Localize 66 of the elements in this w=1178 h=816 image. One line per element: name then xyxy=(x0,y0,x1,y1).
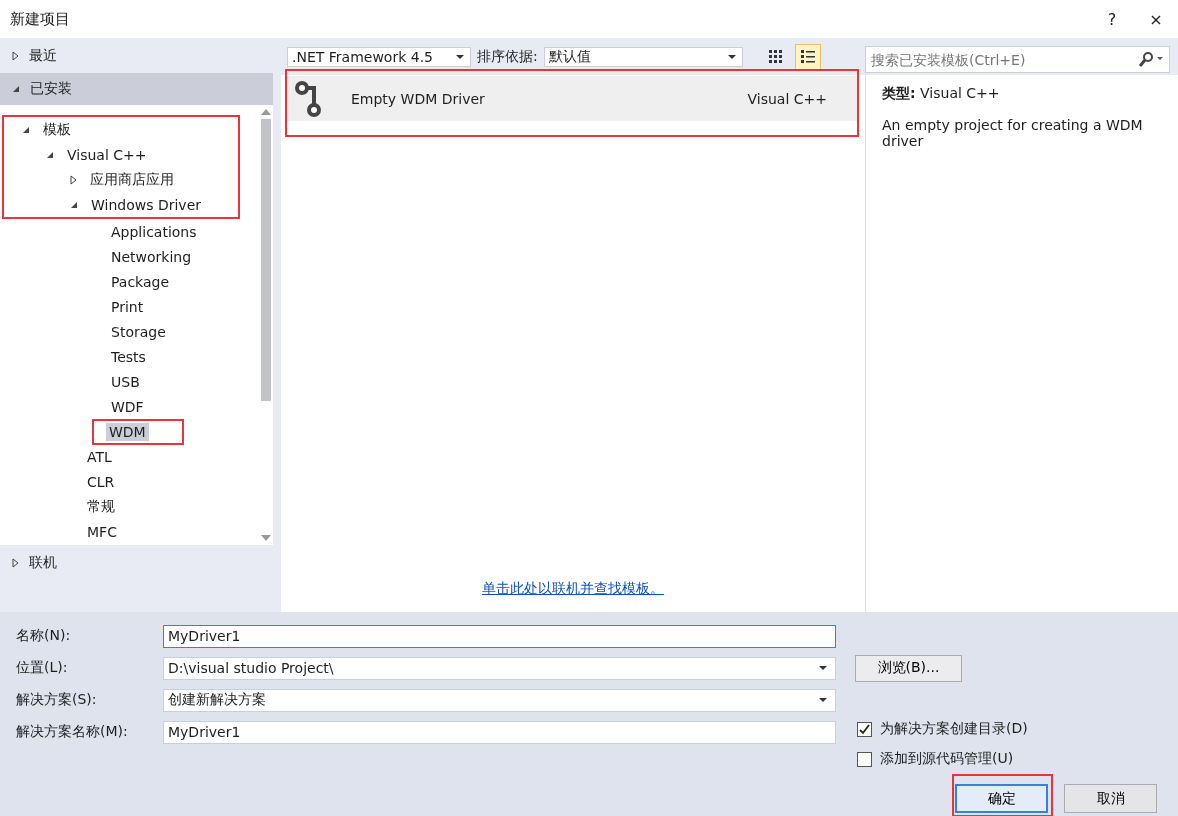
dialog-button[interactable]: 确定 xyxy=(955,784,1048,813)
checkbox[interactable] xyxy=(857,721,872,737)
dropdown-caret-icon[interactable] xyxy=(819,666,827,670)
window-title: 新建项目 xyxy=(10,9,71,29)
search-icon[interactable] xyxy=(1138,51,1164,67)
sidebar-section[interactable]: 最近 xyxy=(0,42,273,70)
sidebar-section[interactable]: 联机 xyxy=(0,549,273,577)
tree-item[interactable]: ATL xyxy=(84,447,115,466)
tree-item[interactable]: Print xyxy=(108,297,147,316)
view-button[interactable] xyxy=(794,43,821,70)
tree-item[interactable]: Windows Driver xyxy=(88,195,205,214)
help-button[interactable]: ? xyxy=(1090,8,1134,30)
input-field[interactable]: MyDriver1 xyxy=(163,624,836,648)
tree-item[interactable]: USB xyxy=(108,372,143,391)
template-description: An empty project for creating a WDM driver xyxy=(882,117,1144,149)
tree-item[interactable]: MFC xyxy=(84,522,120,541)
sidebar-section[interactable]: 已安装 xyxy=(0,73,273,105)
scroll-up-icon xyxy=(260,109,271,115)
sort-dropdown[interactable]: 默认值 xyxy=(543,46,743,67)
scroll-down-icon xyxy=(260,535,271,541)
dialog-button[interactable]: 取消 xyxy=(1064,784,1157,813)
tree-item[interactable]: Applications xyxy=(108,222,200,241)
browse-button[interactable]: 浏览(B)... xyxy=(855,654,962,682)
dropdown-field[interactable]: 创建新解决方案 xyxy=(163,688,836,712)
template-language: Visual C++ xyxy=(747,90,827,107)
expanded-arrow-icon[interactable] xyxy=(12,85,20,93)
grid-view-icon xyxy=(767,48,784,65)
field-label: 解决方案(S): xyxy=(16,691,98,709)
tree-item[interactable]: 常规 xyxy=(84,496,118,517)
tree-item[interactable]: WDM xyxy=(106,422,149,441)
tree-item[interactable]: Storage xyxy=(108,322,169,341)
expanded-arrow-icon[interactable] xyxy=(70,200,78,209)
tree-item[interactable]: 应用商店应用 xyxy=(87,169,177,190)
tree-item[interactable]: Tests xyxy=(108,347,149,366)
sort-label: 排序依据: xyxy=(477,47,538,66)
tree-item[interactable]: CLR xyxy=(84,472,118,491)
collapsed-arrow-icon[interactable] xyxy=(70,174,77,185)
search-field[interactable]: 搜索已安装模板(Ctrl+E) xyxy=(865,46,1170,73)
tree-item[interactable]: Package xyxy=(108,272,173,291)
tree-item[interactable]: 模板 xyxy=(40,119,74,140)
checkbox-label[interactable]: 添加到源代码管理(U) xyxy=(880,750,1014,768)
framework-dropdown[interactable]: .NET Framework 4.5 xyxy=(287,46,471,67)
dropdown-field[interactable]: D:\visual studio Project\ xyxy=(163,656,836,680)
field-label: 位置(L): xyxy=(16,659,69,677)
checkbox-label[interactable]: 为解决方案创建目录(D) xyxy=(880,720,1028,738)
template-type: 类型: Visual C++ xyxy=(882,85,1001,103)
template-item[interactable]: Empty WDM Driver Visual C++ xyxy=(287,76,857,121)
field-label: 解决方案名称(M): xyxy=(16,723,129,741)
input-field[interactable]: MyDriver1 xyxy=(163,720,836,744)
expanded-arrow-icon[interactable] xyxy=(46,150,54,159)
field-label: 名称(N): xyxy=(16,627,72,645)
list-view-icon xyxy=(799,48,816,65)
dropdown-caret-icon[interactable] xyxy=(456,54,464,59)
collapsed-arrow-icon[interactable] xyxy=(12,51,19,61)
tree-item[interactable]: WDF xyxy=(108,397,147,416)
online-templates-link[interactable]: 单击此处以联机并查找模板。 xyxy=(482,580,664,598)
dropdown-caret-icon[interactable] xyxy=(819,698,827,702)
collapsed-arrow-icon[interactable] xyxy=(12,558,19,568)
tree-item[interactable]: Visual C++ xyxy=(64,145,150,164)
tree-item[interactable]: Networking xyxy=(108,247,195,266)
checkbox[interactable] xyxy=(857,751,872,767)
template-name: Empty WDM Driver xyxy=(351,90,486,107)
close-button[interactable]: × xyxy=(1134,8,1178,30)
dropdown-caret-icon[interactable] xyxy=(727,54,736,59)
scroll-thumb[interactable] xyxy=(260,119,271,401)
expanded-arrow-icon[interactable] xyxy=(22,125,30,134)
